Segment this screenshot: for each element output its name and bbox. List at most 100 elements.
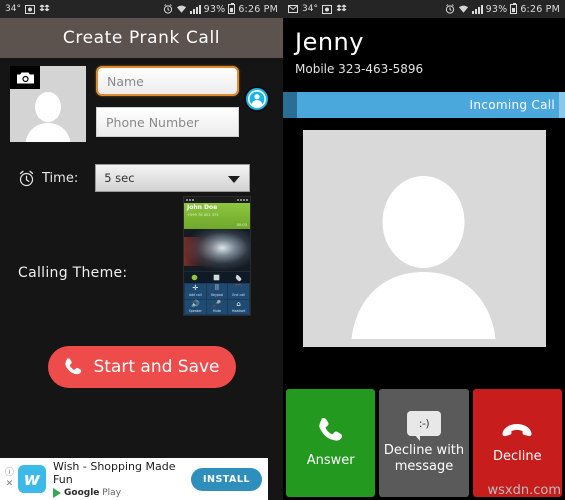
- theme-btn-label: Speaker: [188, 308, 202, 313]
- calling-theme-row: Calling Theme: John Doe +099 78 002 375 …: [0, 192, 283, 332]
- status-left-icons: 34°: [5, 4, 50, 14]
- answer-button[interactable]: Answer: [286, 389, 376, 497]
- contact-form-row: Name Phone Number: [0, 58, 283, 142]
- right-status-bar: 34° 93% 6:26 PM: [283, 0, 565, 18]
- theme-call-timer: 00:03: [236, 223, 247, 227]
- camera-glyph-icon: [16, 72, 34, 83]
- ad-banner[interactable]: ⓘ ✕ w Wish - Shopping Made Fun Google Pl…: [0, 458, 268, 500]
- avatar-picker[interactable]: [10, 66, 86, 142]
- google-play-label: Google Play: [64, 488, 121, 498]
- name-input[interactable]: Name: [96, 66, 239, 96]
- theme-btn-keypad: ⠿ Keypad: [206, 284, 228, 299]
- hold-icon: [192, 274, 198, 281]
- signal-icon: [189, 4, 201, 14]
- dropbox-icon: [336, 4, 347, 12]
- status-right-icons: 93% 6:26 PM: [163, 3, 278, 15]
- start-and-save-label: Start and Save: [93, 357, 220, 377]
- calling-theme-preview[interactable]: John Doe +099 78 002 375 00:03 ✛ Add cal…: [183, 196, 251, 316]
- watermark: wsxdn.com: [487, 483, 562, 498]
- end-call-icon: ⌒: [235, 284, 243, 293]
- phone-number-input[interactable]: Phone Number: [96, 107, 239, 137]
- left-status-bar: 34° 93% 6:26 PM: [0, 0, 283, 18]
- call-icon: [235, 274, 242, 281]
- caller-number: Mobile 323-463-5896: [295, 62, 424, 76]
- theme-status-left-icons: [186, 199, 194, 201]
- speaker-icon: 🔊: [190, 299, 200, 308]
- battery-icon: [510, 3, 518, 14]
- person-silhouette-icon: [25, 92, 71, 142]
- theme-btn-label: Headset: [232, 308, 246, 313]
- alarm-icon: [445, 4, 454, 14]
- alarm-clock-icon: [19, 170, 34, 186]
- info-icon[interactable]: ⓘ: [5, 469, 14, 478]
- theme-btn-label: End call: [232, 293, 245, 298]
- ad-controls: ⓘ ✕: [4, 469, 15, 489]
- start-button-wrapper: Start and Save: [0, 346, 283, 388]
- incoming-call-label: Incoming Call: [469, 98, 555, 112]
- ad-text-block: Wish - Shopping Made Fun Google Play: [53, 459, 191, 499]
- theme-btn-headset: ⌂ Headset: [228, 299, 249, 314]
- dual-screenshot-container: 34° 93% 6:26 PM Create Prank Call Name P…: [0, 0, 565, 500]
- decline-button[interactable]: Decline: [472, 389, 562, 497]
- clock-time: 6:26 PM: [238, 3, 278, 15]
- theme-btn-label: Mute: [213, 308, 221, 313]
- google-play-icon: [53, 488, 61, 499]
- decline-with-message-label: Decline with message: [383, 442, 465, 474]
- clock-time: 6:26 PM: [520, 3, 560, 15]
- phone-handset-icon: [65, 357, 82, 374]
- message-bubble-icon: :-): [406, 410, 441, 441]
- bubble-smiley-text: :-): [418, 416, 430, 430]
- theme-caller-number: +099 78 002 375: [187, 212, 219, 217]
- keypad-small-icon: [213, 274, 220, 281]
- keypad-icon: ⠿: [214, 284, 220, 293]
- contact-person-icon: [248, 90, 266, 108]
- install-button[interactable]: INSTALL: [190, 467, 262, 491]
- caller-name: Jenny: [295, 28, 364, 56]
- theme-caller-name: John Doe: [187, 204, 218, 211]
- add-call-icon: ✛: [192, 284, 199, 293]
- answer-label: Answer: [306, 453, 355, 469]
- theme-button-grid: ✛ Add call ⠿ Keypad ⌒ End call 🔊 Speaker: [184, 283, 250, 315]
- time-label: Time:: [42, 170, 79, 186]
- time-selected-value: 5 sec: [104, 171, 135, 185]
- gallery-icon: [321, 4, 332, 14]
- alarm-icon: [163, 4, 172, 14]
- left-screen-create-prank-call: 34° 93% 6:26 PM Create Prank Call Name P…: [0, 0, 283, 500]
- ad-store-row: Google Play: [53, 488, 191, 499]
- ad-title: Wish - Shopping Made Fun: [53, 459, 176, 486]
- caller-header: Jenny Mobile 323-463-5896: [283, 18, 565, 76]
- start-and-save-button[interactable]: Start and Save: [47, 346, 236, 388]
- store-name-light: Play: [99, 488, 122, 499]
- temperature-indicator: 34°: [302, 3, 318, 14]
- mute-icon: 🎤: [212, 299, 222, 308]
- signal-icon: [471, 4, 483, 14]
- wifi-icon: [458, 5, 468, 13]
- hang-up-icon: [502, 424, 532, 437]
- store-name-bold: Google: [64, 488, 100, 499]
- theme-btn-end-call: ⌒ End call: [228, 284, 249, 299]
- contact-picker-button[interactable]: [244, 86, 270, 112]
- wish-logo-icon: w: [18, 465, 46, 493]
- right-screen-incoming-call: 34° 93% 6:26 PM Jenny Mobile 323-463-589…: [283, 0, 565, 500]
- status-right-icons: 93% 6:26 PM: [445, 3, 560, 15]
- dropbox-icon: [39, 4, 50, 12]
- decline-with-message-button[interactable]: :-) Decline with message: [379, 389, 469, 497]
- calling-theme-label: Calling Theme:: [18, 265, 128, 281]
- person-silhouette-icon: [351, 176, 496, 339]
- theme-btn-speaker: 🔊 Speaker: [185, 299, 206, 314]
- theme-btn-label: Keypad: [211, 293, 223, 298]
- time-duration-select[interactable]: 5 sec: [95, 164, 251, 192]
- battery-percent: 93%: [203, 3, 226, 15]
- theme-top-action-bar: [184, 271, 250, 283]
- page-title: Create Prank Call: [62, 28, 221, 48]
- theme-status-right-icons: [237, 199, 248, 201]
- theme-caller-photo: [184, 229, 250, 271]
- message-icon: [288, 4, 298, 13]
- camera-icon[interactable]: [10, 66, 40, 89]
- battery-icon: [228, 3, 236, 14]
- app-title-bar: Create Prank Call: [0, 18, 283, 58]
- headset-icon: ⌂: [236, 299, 241, 308]
- status-left-icons: 34°: [288, 4, 347, 14]
- close-icon[interactable]: ✕: [6, 480, 14, 489]
- theme-btn-add-call: ✛ Add call: [185, 284, 206, 299]
